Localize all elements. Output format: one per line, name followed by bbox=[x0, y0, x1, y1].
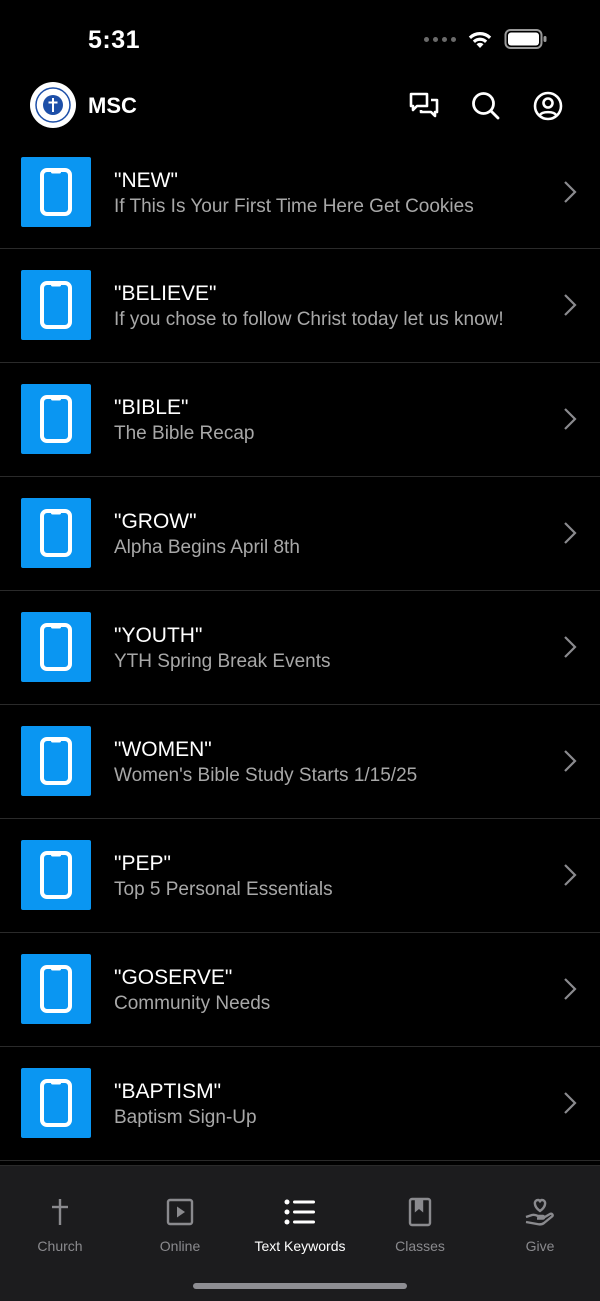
chevron-right-icon bbox=[564, 294, 577, 316]
item-title: "WOMEN" bbox=[114, 738, 212, 761]
chevron-right-icon bbox=[564, 978, 577, 1000]
phone-icon bbox=[40, 851, 72, 899]
search-icon[interactable] bbox=[470, 90, 502, 122]
phone-thumbnail bbox=[21, 726, 91, 796]
item-subtitle: Top 5 Personal Essentials bbox=[114, 879, 333, 900]
list-item[interactable]: "PEP" Top 5 Personal Essentials bbox=[0, 819, 600, 933]
phone-icon bbox=[40, 395, 72, 443]
item-title: "GROW" bbox=[114, 510, 197, 533]
list-item[interactable]: "BELIEVE" If you chose to follow Christ … bbox=[0, 249, 600, 363]
cross-icon bbox=[44, 1196, 76, 1228]
phone-thumbnail bbox=[21, 954, 91, 1024]
tab-bar: Church Online Text Keywords Classes Give bbox=[0, 1165, 600, 1301]
chevron-right-icon bbox=[564, 408, 577, 430]
tab-online[interactable]: Online bbox=[120, 1166, 240, 1266]
chevron-right-icon bbox=[564, 1092, 577, 1114]
phone-icon bbox=[40, 281, 72, 329]
wifi-icon bbox=[468, 31, 492, 48]
phone-thumbnail bbox=[21, 1068, 91, 1138]
item-title: "PEP" bbox=[114, 852, 171, 875]
tab-label: Give bbox=[525, 1238, 555, 1254]
profile-icon[interactable] bbox=[532, 90, 564, 122]
item-subtitle: Alpha Begins April 8th bbox=[114, 537, 300, 558]
list-item[interactable]: "BAPTISM" Baptism Sign-Up bbox=[0, 1047, 600, 1161]
list-item[interactable]: "GOSERVE" Community Needs bbox=[0, 933, 600, 1047]
tab-label: Text Keywords bbox=[254, 1238, 346, 1254]
item-subtitle: YTH Spring Break Events bbox=[114, 651, 331, 672]
phone-icon bbox=[40, 965, 72, 1013]
item-title: "GOSERVE" bbox=[114, 966, 233, 989]
chevron-right-icon bbox=[564, 636, 577, 658]
phone-icon bbox=[40, 509, 72, 557]
church-logo-icon bbox=[35, 87, 71, 123]
keyword-list: "NEW" If This Is Your First Time Here Ge… bbox=[0, 136, 600, 1164]
status-indicators bbox=[424, 28, 548, 50]
tab-church[interactable]: Church bbox=[0, 1166, 120, 1266]
phone-icon bbox=[40, 1079, 72, 1127]
phone-icon bbox=[40, 737, 72, 785]
phone-thumbnail bbox=[21, 840, 91, 910]
status-bar: 5:31 bbox=[0, 0, 600, 80]
phone-thumbnail bbox=[21, 270, 91, 340]
home-indicator bbox=[193, 1283, 407, 1289]
heart-hand-icon bbox=[524, 1196, 556, 1228]
chevron-right-icon bbox=[564, 522, 577, 544]
header-actions bbox=[408, 90, 564, 122]
tab-classes[interactable]: Classes bbox=[360, 1166, 480, 1266]
list-item[interactable]: "YOUTH" YTH Spring Break Events bbox=[0, 591, 600, 705]
chevron-right-icon bbox=[564, 750, 577, 772]
phone-icon bbox=[40, 623, 72, 671]
tab-label: Classes bbox=[395, 1238, 445, 1254]
phone-thumbnail bbox=[21, 612, 91, 682]
item-subtitle: Community Needs bbox=[114, 993, 271, 1014]
church-logo[interactable] bbox=[30, 82, 76, 128]
list-item[interactable]: "NEW" If This Is Your First Time Here Ge… bbox=[0, 136, 600, 249]
tab-label: Online bbox=[159, 1238, 201, 1254]
item-title: "BIBLE" bbox=[114, 396, 189, 419]
chat-bubbles-icon[interactable] bbox=[408, 90, 440, 122]
app-header: MSC bbox=[0, 80, 600, 132]
list-icon bbox=[284, 1196, 316, 1228]
phone-icon bbox=[40, 168, 72, 216]
battery-icon bbox=[504, 29, 547, 49]
tab-text-keywords[interactable]: Text Keywords bbox=[240, 1166, 360, 1266]
tab-give[interactable]: Give bbox=[480, 1166, 600, 1266]
play-icon bbox=[164, 1196, 196, 1228]
item-subtitle: Baptism Sign-Up bbox=[114, 1107, 257, 1128]
status-time: 5:31 bbox=[88, 26, 141, 54]
item-subtitle: The Bible Recap bbox=[114, 423, 255, 444]
item-title: "BAPTISM" bbox=[114, 1080, 222, 1103]
phone-thumbnail bbox=[21, 157, 91, 227]
cellular-signal-icon bbox=[424, 36, 456, 42]
list-item[interactable]: "GROW" Alpha Begins April 8th bbox=[0, 477, 600, 591]
phone-thumbnail bbox=[21, 384, 91, 454]
list-item[interactable]: "BIBLE" The Bible Recap bbox=[0, 363, 600, 477]
tab-label: Church bbox=[37, 1238, 83, 1254]
item-subtitle: Women's Bible Study Starts 1/15/25 bbox=[114, 765, 418, 786]
book-icon bbox=[404, 1196, 436, 1228]
list-item[interactable]: "WOMEN" Women's Bible Study Starts 1/15/… bbox=[0, 705, 600, 819]
chevron-right-icon bbox=[564, 181, 577, 203]
item-subtitle: If This Is Your First Time Here Get Cook… bbox=[114, 196, 474, 217]
item-title: "YOUTH" bbox=[114, 624, 203, 647]
chevron-right-icon bbox=[564, 864, 577, 886]
item-title: "NEW" bbox=[114, 169, 178, 192]
item-subtitle: If you chose to follow Christ today let … bbox=[114, 309, 504, 330]
app-name: MSC bbox=[88, 93, 137, 118]
phone-thumbnail bbox=[21, 498, 91, 568]
item-title: "BELIEVE" bbox=[114, 282, 217, 305]
